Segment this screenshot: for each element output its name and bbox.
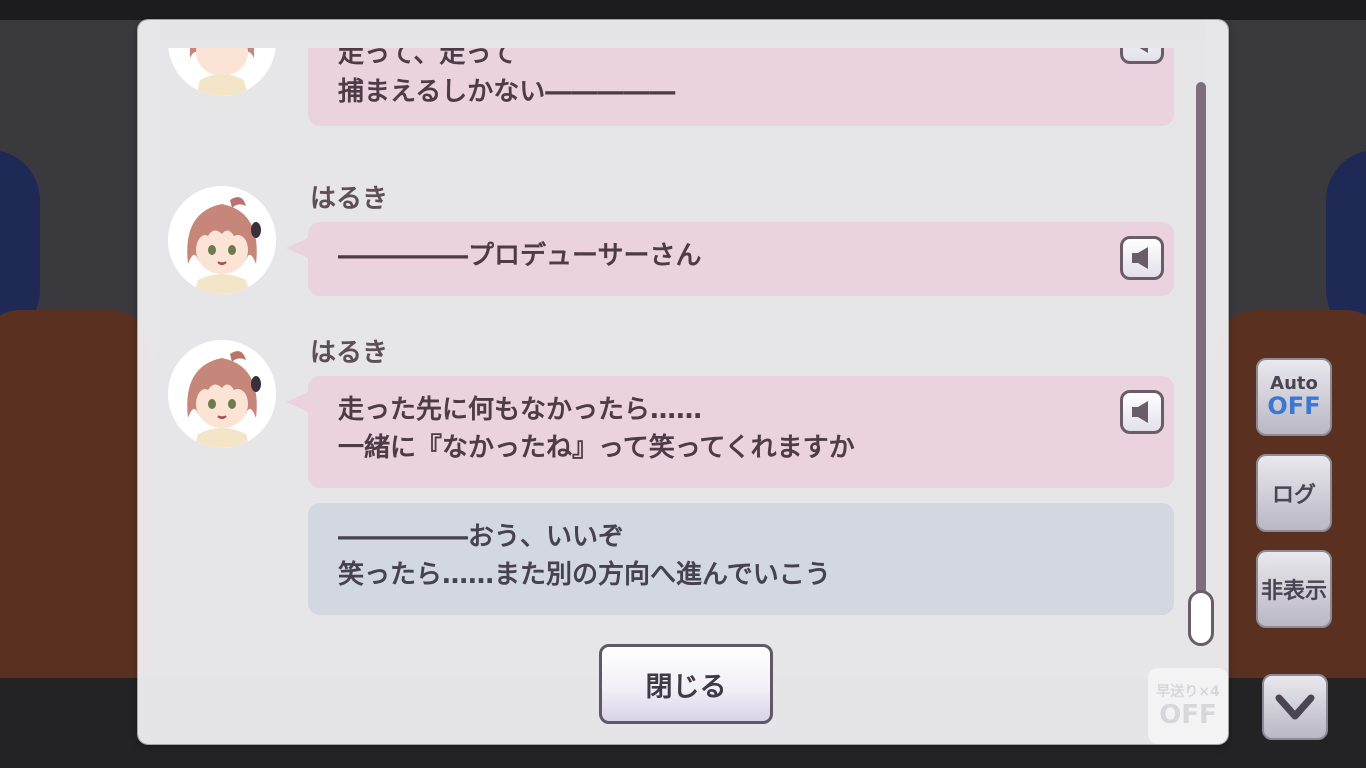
log-entry: ―――――おう、いいぞ 笑ったら……また別の方向へ進んでいこう: [138, 503, 1198, 623]
replay-voice-button[interactable]: [1120, 48, 1164, 64]
close-button[interactable]: 閉じる: [599, 644, 773, 724]
log-entry: はるき 走った先に何もなかったら…… 一緒に『なかったね』って笑ってくれますか: [138, 328, 1198, 488]
backlog-panel: 走って、走って 捕まえるしかない――――― はるき ―――――プロデューサーさん…: [138, 20, 1228, 744]
dialogue-line: ―――――プロデューサーさん: [338, 241, 702, 271]
fast-forward-button[interactable]: 早送り×4 OFF: [1148, 668, 1228, 744]
auto-state: OFF: [1267, 392, 1321, 420]
fast-forward-label: 早送り×4: [1156, 684, 1220, 700]
dialogue-line: 走った先に何もなかったら……: [338, 395, 703, 425]
collapse-button[interactable]: [1262, 674, 1328, 740]
hide-label: 非表示: [1260, 579, 1327, 604]
speaker-name: はるき: [310, 338, 389, 368]
dialogue-bubble: ―――――プロデューサーさん: [286, 222, 1174, 296]
hide-ui-button[interactable]: 非表示: [1256, 550, 1332, 628]
fast-forward-state: OFF: [1159, 700, 1217, 730]
dialogue-line: 走って、走って: [338, 48, 517, 69]
auto-toggle-button[interactable]: Auto OFF: [1256, 358, 1332, 436]
speaker-icon: [1132, 401, 1148, 423]
log-entry: はるき ―――――プロデューサーさん: [138, 174, 1198, 304]
dialogue-line: 捕まえるしかない―――――: [338, 77, 676, 107]
avatar-haruki: [168, 186, 276, 294]
replay-voice-button[interactable]: [1120, 390, 1164, 434]
replay-voice-button[interactable]: [1120, 236, 1164, 280]
avatar-haruki: [168, 340, 276, 448]
bubble-tail: [286, 238, 308, 258]
auto-label: Auto: [1270, 373, 1318, 394]
log-label: ログ: [1271, 483, 1316, 508]
dialogue-line: 笑ったら……また別の方向へ進んでいこう: [338, 560, 831, 590]
speaker-name: はるき: [310, 184, 389, 214]
log-button[interactable]: ログ: [1256, 454, 1332, 532]
speaker-icon: [1139, 48, 1148, 53]
scrollbar-track[interactable]: [1196, 82, 1206, 642]
chevron-down-icon: [1275, 694, 1315, 720]
dialogue-bubble: 走った先に何もなかったら…… 一緒に『なかったね』って笑ってくれますか: [286, 376, 1174, 488]
dialogue-bubble: 走って、走って 捕まえるしかない―――――: [308, 48, 1174, 126]
backlog-list[interactable]: 走って、走って 捕まえるしかない――――― はるき ―――――プロデューサーさん…: [138, 48, 1228, 648]
bubble-tail: [286, 392, 308, 412]
log-entry: 走って、走って 捕まえるしかない―――――: [138, 48, 1198, 138]
dialogue-line: 一緒に『なかったね』って笑ってくれますか: [338, 433, 855, 463]
scrollbar-thumb[interactable]: [1188, 590, 1214, 646]
speaker-icon: [1132, 247, 1148, 269]
dialogue-line: ―――――おう、いいぞ: [338, 522, 625, 552]
avatar-haruki: [168, 48, 276, 96]
player-dialogue-bubble: ―――――おう、いいぞ 笑ったら……また別の方向へ進んでいこう: [308, 503, 1174, 615]
